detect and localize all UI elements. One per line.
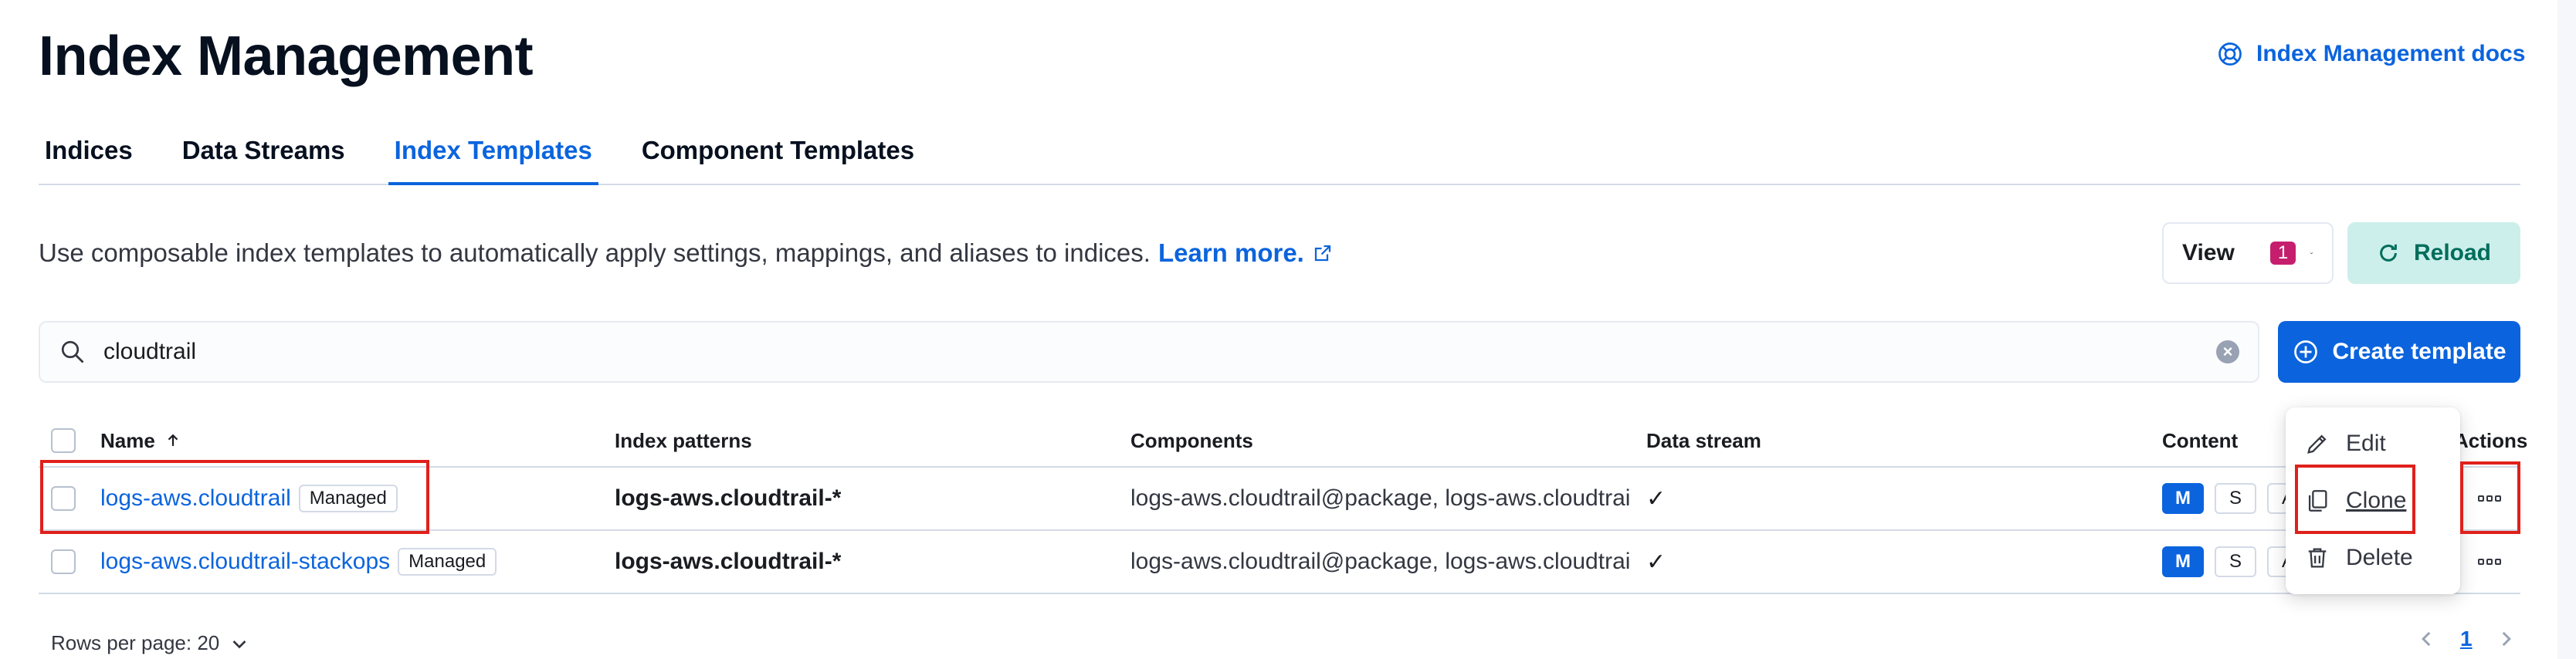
- column-content-header: Content: [2162, 428, 2239, 452]
- managed-badge: Managed: [398, 548, 497, 576]
- chevron-down-icon: [232, 640, 246, 648]
- pagination: 1: [2417, 627, 2516, 651]
- view-count-badge: 1: [2269, 242, 2296, 265]
- menu-item-delete-label: Delete: [2346, 545, 2413, 570]
- column-data-stream-header: Data stream: [1646, 428, 1761, 452]
- sort-ascending-icon: [168, 434, 178, 446]
- table-row: logs-aws.cloudtrail-stackops Managed log…: [39, 531, 2520, 594]
- tab-index-templates[interactable]: Index Templates: [388, 123, 598, 185]
- page-title: Index Management: [39, 25, 534, 87]
- learn-more-link[interactable]: Learn more.: [1158, 236, 1304, 270]
- tab-bar: Indices Data Streams Index Templates Com…: [39, 123, 2520, 185]
- tab-data-streams[interactable]: Data Streams: [176, 123, 351, 184]
- external-link-icon: [1314, 245, 1330, 262]
- data-stream-check-icon: ✓: [1646, 549, 1666, 575]
- refresh-icon: [2380, 244, 2397, 262]
- menu-item-edit[interactable]: Edit: [2286, 415, 2460, 472]
- tab-indices[interactable]: Indices: [39, 123, 139, 184]
- chevron-left-icon[interactable]: [2417, 629, 2437, 649]
- content-settings-badge: S: [2215, 546, 2256, 577]
- description-text: Use composable index templates to automa…: [39, 238, 1151, 267]
- reload-label: Reload: [2413, 240, 2492, 265]
- rows-per-page-selector[interactable]: Rows per page: 20: [51, 631, 249, 655]
- components-cell: logs-aws.cloudtrail@package, logs-aws.cl…: [1130, 485, 1631, 511]
- view-filter-button[interactable]: View 1: [2162, 222, 2334, 284]
- content-settings-badge: S: [2215, 483, 2256, 514]
- column-actions-header: Actions: [2454, 428, 2528, 452]
- trash-icon: [2308, 548, 2327, 568]
- select-all-checkbox[interactable]: [51, 428, 76, 453]
- index-patterns-cell: logs-aws.cloudtrail-*: [615, 485, 842, 511]
- row-checkbox[interactable]: [51, 549, 76, 574]
- column-name-label: Name: [100, 428, 155, 452]
- column-name-header[interactable]: Name: [100, 429, 181, 453]
- description: Use composable index templates to automa…: [39, 236, 1332, 270]
- highlight-box-template-name: [40, 460, 429, 534]
- index-patterns-cell: logs-aws.cloudtrail-*: [615, 549, 842, 574]
- components-cell: logs-aws.cloudtrail@package, logs-aws.cl…: [1130, 549, 1631, 574]
- more-actions-icon[interactable]: [2477, 558, 2502, 566]
- search-input[interactable]: [103, 339, 2216, 365]
- reload-button[interactable]: Reload: [2347, 222, 2520, 284]
- help-lifebuoy-icon: [2218, 42, 2242, 66]
- page-number[interactable]: 1: [2460, 627, 2473, 651]
- content-mappings-badge: M: [2162, 546, 2204, 577]
- plus-circle-icon: [2294, 340, 2318, 363]
- docs-link-label: Index Management docs: [2256, 41, 2526, 66]
- clear-search-icon[interactable]: ×: [2216, 340, 2239, 363]
- template-name-link[interactable]: logs-aws.cloudtrail-stackops: [100, 549, 390, 575]
- menu-item-delete[interactable]: Delete: [2286, 529, 2460, 586]
- highlight-box-clone: [2295, 465, 2415, 534]
- highlight-box-actions: [2460, 461, 2520, 534]
- chevron-right-icon[interactable]: [2496, 629, 2516, 649]
- content-mappings-badge: M: [2162, 483, 2204, 514]
- column-index-patterns-header: Index patterns: [615, 428, 752, 452]
- view-label: View: [2182, 240, 2235, 265]
- column-components-header: Components: [1130, 428, 1253, 452]
- rows-per-page-label: Rows per page: 20: [51, 631, 220, 654]
- pencil-icon: [2307, 434, 2327, 454]
- chevron-down-icon: [2310, 252, 2313, 255]
- search-icon: [61, 340, 84, 363]
- create-template-label: Create template: [2332, 339, 2507, 364]
- create-template-button[interactable]: Create template: [2278, 321, 2520, 383]
- vertical-scrollbar[interactable]: [2557, 0, 2576, 659]
- menu-item-edit-label: Edit: [2346, 431, 2386, 456]
- docs-link[interactable]: Index Management docs: [2216, 37, 2525, 71]
- data-stream-check-icon: ✓: [1646, 485, 1666, 512]
- tab-component-templates[interactable]: Component Templates: [636, 123, 920, 184]
- search-bar[interactable]: ×: [39, 321, 2259, 383]
